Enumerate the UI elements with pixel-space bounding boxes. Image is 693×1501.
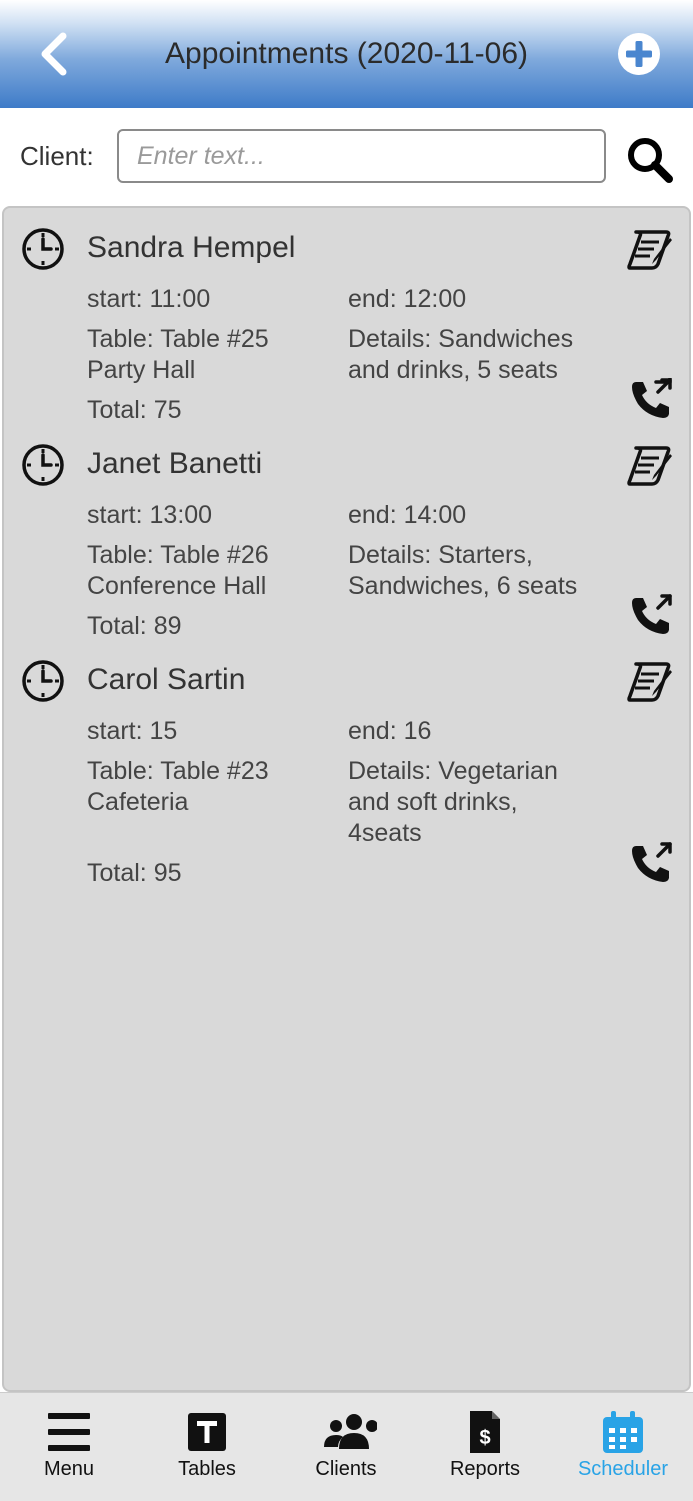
phone-call-icon [632, 594, 672, 634]
table-location: Cafeteria [87, 788, 189, 816]
phone-call-icon [632, 376, 672, 418]
total-amount: Total: 75 [87, 396, 182, 424]
edit-note-icon [627, 446, 672, 486]
table-location: Conference Hall [87, 572, 267, 600]
tab-label: Scheduler [577, 1458, 669, 1480]
tab-label: Menu [43, 1458, 95, 1480]
edit-note-button[interactable] [626, 226, 674, 270]
end-time: end: 16 [348, 717, 432, 745]
app-header: Appointments (2020-11-06) [0, 0, 693, 108]
bottom-tab-bar: Menu Tables Clients $ Reports Scheduler [0, 1392, 693, 1501]
details-info-cont: Sandwiches, 6 seats [348, 572, 578, 600]
table-info: Table: Table #25 [87, 325, 269, 353]
tab-label: Reports [449, 1458, 521, 1480]
start-time: start: 13:00 [87, 501, 213, 529]
chevron-left-icon [41, 32, 67, 76]
end-time: end: 12:00 [348, 285, 467, 313]
hamburger-menu-icon [48, 1413, 90, 1451]
call-button[interactable] [630, 376, 674, 420]
tab-label: Tables [178, 1458, 236, 1480]
edit-note-icon [627, 662, 672, 702]
phone-call-icon [632, 842, 672, 882]
edit-note-icon [627, 230, 672, 270]
details-info: Details: Starters, [348, 541, 533, 569]
edit-note-button[interactable] [626, 658, 674, 702]
table-location: Party Hall [87, 356, 196, 384]
table-info: Table: Table #26 [87, 541, 269, 569]
client-name: Janet Banetti [87, 447, 263, 480]
page-title: Appointments (2020-11-06) [165, 37, 528, 70]
start-time: start: 11:00 [87, 285, 211, 313]
details-info: Details: Sandwiches [348, 325, 574, 353]
start-time: start: 15 [87, 717, 178, 745]
appointment-list[interactable]: Sandra Hempel start: 11:00 end: 12:00 Ta… [2, 206, 691, 1392]
search-icon [628, 138, 673, 183]
client-name: Sandra Hempel [87, 231, 296, 264]
tab-menu[interactable]: Menu [0, 1393, 138, 1501]
clock-icon [22, 660, 64, 702]
calendar-icon [603, 1411, 643, 1453]
clock-icon [22, 444, 64, 486]
tables-t-icon [188, 1413, 226, 1451]
tab-tables[interactable]: Tables [138, 1393, 276, 1501]
tab-reports[interactable]: $ Reports [416, 1393, 554, 1501]
report-dollar-icon: $ [470, 1411, 500, 1453]
search-button[interactable] [624, 134, 676, 186]
details-info-cont: and soft drinks, [348, 788, 518, 816]
end-time: end: 14:00 [348, 501, 467, 529]
tab-clients[interactable]: Clients [277, 1393, 415, 1501]
users-group-icon [324, 1414, 377, 1449]
client-name: Carol Sartin [87, 663, 246, 696]
clock-icon [22, 228, 64, 270]
call-button[interactable] [630, 594, 674, 636]
svg-text:$: $ [479, 1427, 490, 1449]
tab-scheduler[interactable]: Scheduler [554, 1393, 692, 1501]
tab-label: Clients [315, 1458, 377, 1480]
back-button[interactable] [30, 28, 80, 80]
call-button[interactable] [630, 842, 674, 884]
plus-circle-icon [618, 33, 660, 75]
total-amount: Total: 89 [87, 612, 182, 640]
add-appointment-button[interactable] [616, 31, 662, 77]
total-amount: Total: 95 [87, 859, 182, 887]
client-search-bar: Client: [0, 108, 693, 206]
details-info: Details: Vegetarian [348, 757, 558, 785]
client-search-input[interactable] [117, 129, 606, 183]
details-info-cont: and drinks, 5 seats [348, 356, 558, 384]
table-info: Table: Table #23 [87, 757, 269, 785]
details-info-cont: 4seats [348, 819, 422, 847]
client-label: Client: [20, 141, 94, 171]
edit-note-button[interactable] [626, 442, 674, 486]
